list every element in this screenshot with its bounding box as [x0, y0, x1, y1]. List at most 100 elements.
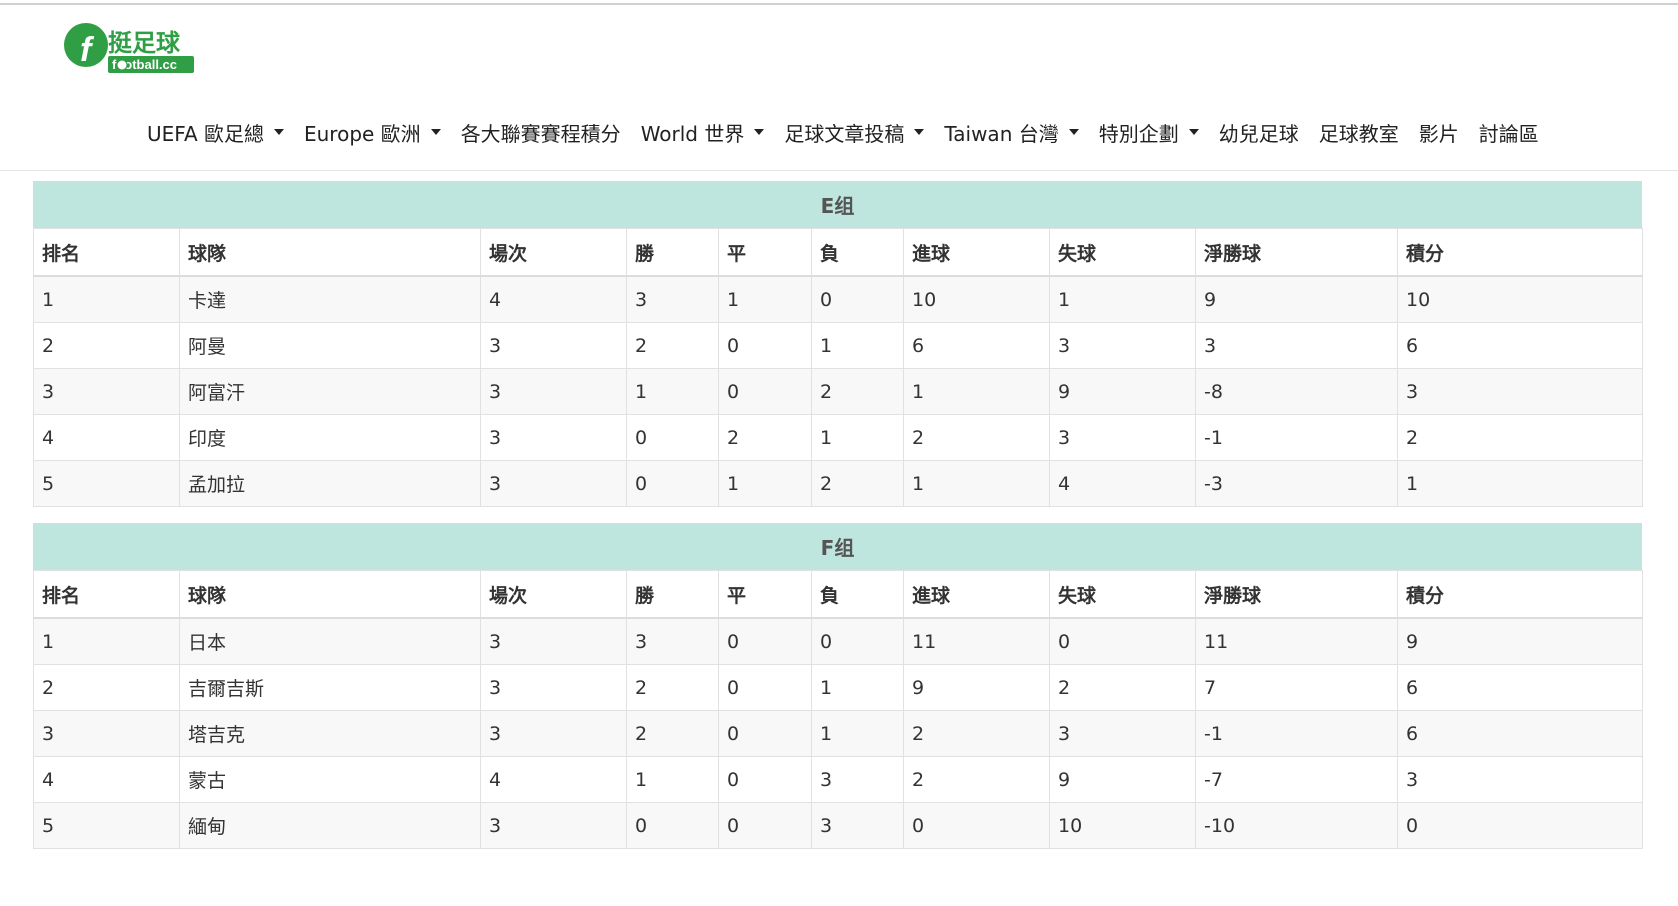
table-cell: 3: [33, 368, 180, 415]
site-logo[interactable]: f 挺足球 football.cc: [62, 19, 212, 79]
table-cell: 4: [33, 756, 180, 803]
table-header-row: 排名 球隊 場次勝平負進球 失球 淨勝球 積分: [33, 570, 1643, 619]
nav-item[interactable]: 影片: [1419, 118, 1459, 147]
table-cell: 3: [1195, 322, 1398, 369]
table-cell: 1: [811, 414, 904, 461]
table-cell: 6: [1397, 664, 1643, 711]
table-cell: -3: [1195, 460, 1398, 507]
table-cell: 5: [33, 802, 180, 849]
table-cell: 3: [33, 710, 180, 757]
nav-item-label: 幼兒足球: [1218, 121, 1299, 146]
table-cell: 日本: [179, 617, 481, 665]
table-cell: 3: [1049, 322, 1196, 369]
table-cell: -8: [1195, 368, 1398, 415]
column-header: 平: [718, 228, 812, 277]
table-cell: 0: [718, 617, 812, 665]
nav-item[interactable]: 足球文章投稿: [784, 118, 925, 147]
nav-item-label: Europe 歐洲: [303, 121, 421, 146]
caret-down-icon: [1068, 129, 1079, 135]
table-row: 3 塔吉克 3 2 0 1 2 3 -1 6: [33, 710, 1643, 757]
column-header: 勝: [626, 570, 719, 619]
caret-down-icon: [1188, 129, 1199, 135]
column-header: 平: [718, 570, 812, 619]
table-cell: 阿富汗: [179, 368, 481, 415]
column-header: 失球: [1049, 228, 1196, 277]
column-header: 積分: [1397, 228, 1643, 277]
table-cell: 0: [903, 802, 1050, 849]
column-header: 球隊: [179, 570, 481, 619]
table-cell: 4: [1049, 460, 1196, 507]
standings-table: 排名 球隊 場次勝平負進球 失球 淨勝球 積分 1 卡達 4 3 1 0 10 1 9 10 2 阿曼 3 2 0 1 6…: [33, 228, 1643, 507]
table-cell: -7: [1195, 756, 1398, 803]
table-cell: 9: [1049, 756, 1196, 803]
table-row: 1 日本 3 3 0 0 11 0 11 9: [33, 617, 1643, 665]
column-header: 排名: [33, 228, 180, 277]
table-cell: -1: [1195, 414, 1398, 461]
nav-item-label: 特別企劃: [1098, 121, 1179, 146]
table-header-row: 排名 球隊 場次勝平負進球 失球 淨勝球 積分: [33, 228, 1643, 277]
table-cell: 0: [626, 802, 719, 849]
table-cell: 2: [903, 756, 1050, 803]
table-cell: 1: [626, 756, 719, 803]
group-title: E组: [33, 181, 1642, 228]
nav-item[interactable]: UEFA 歐足總: [147, 118, 284, 147]
table-cell: 10: [1049, 802, 1196, 849]
table-row: 5 孟加拉 3 0 1 2 1 4 -3 1: [33, 460, 1643, 507]
nav-item[interactable]: Taiwan 台灣: [944, 118, 1079, 147]
table-row: 1 卡達 4 3 1 0 10 1 9 10: [33, 275, 1643, 323]
nav-item[interactable]: World 世界: [641, 118, 765, 147]
table-row: 4 印度 3 0 2 1 2 3 -1 2: [33, 414, 1643, 461]
column-header: 排名: [33, 570, 180, 619]
table-cell: 3: [480, 617, 627, 665]
table-row: 2 阿曼 3 2 0 1 6 3 3 6: [33, 322, 1643, 369]
table-cell: 3: [811, 802, 904, 849]
table-cell: 1: [33, 617, 180, 665]
caret-down-icon: [754, 129, 765, 135]
table-cell: 1: [33, 275, 180, 323]
nav-item-label: 各大聯賽賽程積分: [460, 121, 621, 146]
table-cell: 1: [811, 664, 904, 711]
table-cell: 3: [480, 710, 627, 757]
group-title: F组: [33, 523, 1642, 570]
table-cell: 卡達: [179, 275, 481, 323]
table-cell: 3: [480, 460, 627, 507]
nav-item[interactable]: 討論區: [1479, 118, 1539, 147]
table-cell: 7: [1195, 664, 1398, 711]
column-header: 場次: [480, 570, 627, 619]
table-cell: 2: [626, 322, 719, 369]
table-cell: 0: [718, 802, 812, 849]
nav-item[interactable]: 幼兒足球: [1219, 118, 1299, 147]
table-cell: 0: [626, 460, 719, 507]
table-cell: 0: [718, 664, 812, 711]
table-cell: 3: [626, 617, 719, 665]
caret-down-icon: [273, 129, 284, 135]
nav-item[interactable]: 足球教室: [1319, 118, 1399, 147]
column-header: 負: [811, 570, 904, 619]
table-cell: 1: [903, 460, 1050, 507]
nav-item-label: World 世界: [640, 121, 745, 146]
nav-item[interactable]: 各大聯賽賽程積分: [461, 118, 621, 147]
table-cell: 1: [811, 710, 904, 757]
table-cell: 3: [1049, 414, 1196, 461]
table-cell: 10: [1397, 275, 1643, 323]
table-cell: 2: [903, 414, 1050, 461]
nav-item-label: 足球文章投稿: [784, 121, 905, 146]
column-header: 勝: [626, 228, 719, 277]
table-cell: 6: [1397, 710, 1643, 757]
table-cell: -1: [1195, 710, 1398, 757]
table-cell: 3: [1397, 756, 1643, 803]
table-cell: 0: [718, 710, 812, 757]
nav-item[interactable]: 特別企劃: [1099, 118, 1199, 147]
table-cell: 0: [718, 322, 812, 369]
table-cell: 9: [1397, 617, 1643, 665]
table-cell: 9: [1049, 368, 1196, 415]
main-nav: UEFA 歐足總 Europe 歐洲 各大聯賽賽程積分 World 世界 足球文章投稿 T…: [147, 108, 1539, 156]
football-logo-icon: f 挺足球 football.cc: [64, 23, 194, 73]
table-row: 2 吉爾吉斯 3 2 0 1 9 2 7 6: [33, 664, 1643, 711]
nav-item-label: 討論區: [1478, 121, 1539, 146]
table-cell: 1: [718, 275, 812, 323]
table-cell: 2: [33, 664, 180, 711]
table-cell: 3: [480, 802, 627, 849]
nav-item[interactable]: Europe 歐洲: [304, 118, 441, 147]
table-cell: 9: [1195, 275, 1398, 323]
